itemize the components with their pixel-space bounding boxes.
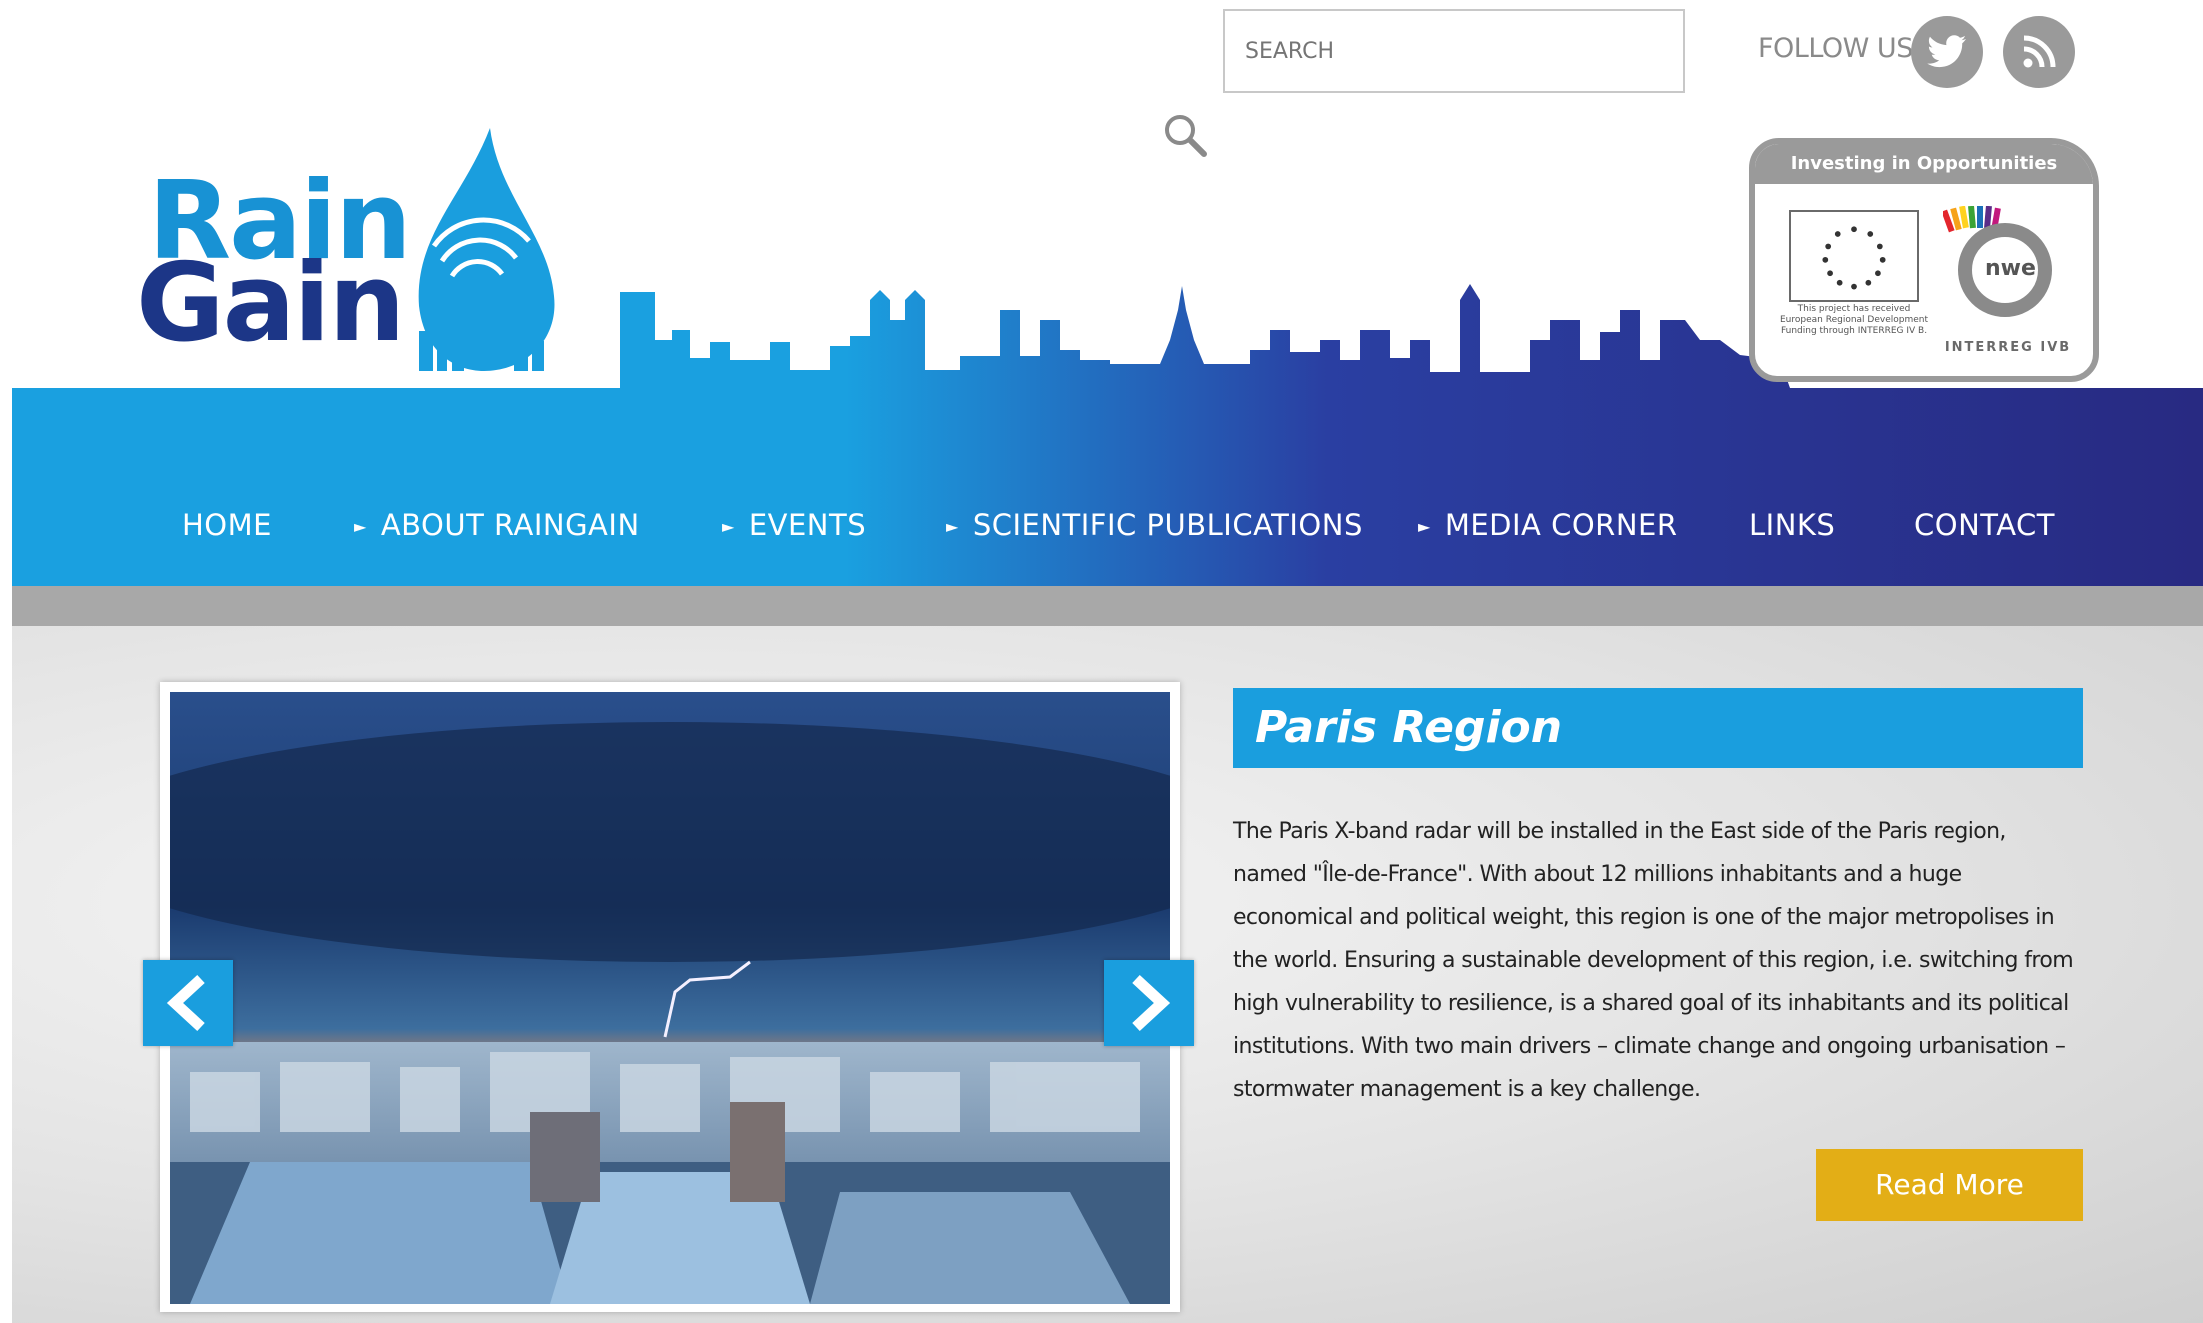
nav-events-label: EVENTS	[748, 508, 867, 542]
read-more-button[interactable]: Read More	[1816, 1149, 2083, 1221]
triangle-right-icon: ►	[1418, 517, 1431, 536]
interreg-funding-badge[interactable]: Investing in Opportunities This project …	[1749, 138, 2099, 382]
triangle-right-icon: ►	[946, 517, 959, 536]
nav-publications-label: SCIENTIFIC PUBLICATIONS	[972, 508, 1363, 542]
chevron-left-icon	[166, 974, 205, 1032]
eu-flag-icon	[1789, 210, 1919, 302]
feature-body: The Paris X-band radar will be installed…	[1233, 819, 2074, 1102]
nav-links[interactable]: LINKS	[1749, 508, 1835, 542]
rss-icon[interactable]	[2003, 16, 2075, 88]
main-nav: HOME ► ABOUT RAINGAIN ► EVENTS ► SCIENTIFIC…	[12, 388, 2203, 586]
nav-media-label: MEDIA CORNER	[1444, 508, 1678, 542]
nav-home-label: HOME	[182, 508, 272, 542]
badge-funding-text: This project has received European Regio…	[1779, 304, 1928, 336]
slideshow-prev-button[interactable]	[143, 960, 233, 1046]
chevron-right-icon	[1132, 974, 1171, 1032]
search-input[interactable]	[1223, 9, 1685, 93]
nav-about-label: ABOUT RAINGAIN	[380, 508, 640, 542]
search-icon[interactable]	[1160, 110, 1210, 160]
nav-links-label: LINKS	[1749, 508, 1836, 542]
nav-events[interactable]: ► EVENTS	[722, 508, 866, 542]
interreg-ivb-label: INTERREG IVB	[1944, 340, 2072, 355]
nav-about-raingain[interactable]: ► ABOUT RAINGAIN	[354, 508, 640, 542]
triangle-right-icon: ►	[354, 517, 367, 536]
slideshow-next-button[interactable]	[1104, 960, 1194, 1046]
nav-home[interactable]: HOME	[182, 508, 272, 542]
nav-contact-label: CONTACT	[1914, 508, 2056, 542]
follow-us-label: FOLLOW US	[1758, 33, 1913, 64]
nwe-mark: nwe	[1985, 256, 2036, 281]
divider-bar	[12, 586, 2203, 626]
badge-heading: Investing in Opportunities	[1755, 144, 2093, 184]
paris-storm-photo	[170, 692, 1170, 1304]
nav-contact[interactable]: CONTACT	[1914, 508, 2055, 542]
twitter-icon[interactable]	[1911, 16, 1983, 88]
feature-title: Paris Region	[1233, 688, 2083, 768]
triangle-right-icon: ►	[722, 517, 735, 536]
nav-media-corner[interactable]: ► MEDIA CORNER	[1418, 508, 1678, 542]
nav-scientific-publications[interactable]: ► SCIENTIFIC PUBLICATIONS	[946, 508, 1363, 542]
